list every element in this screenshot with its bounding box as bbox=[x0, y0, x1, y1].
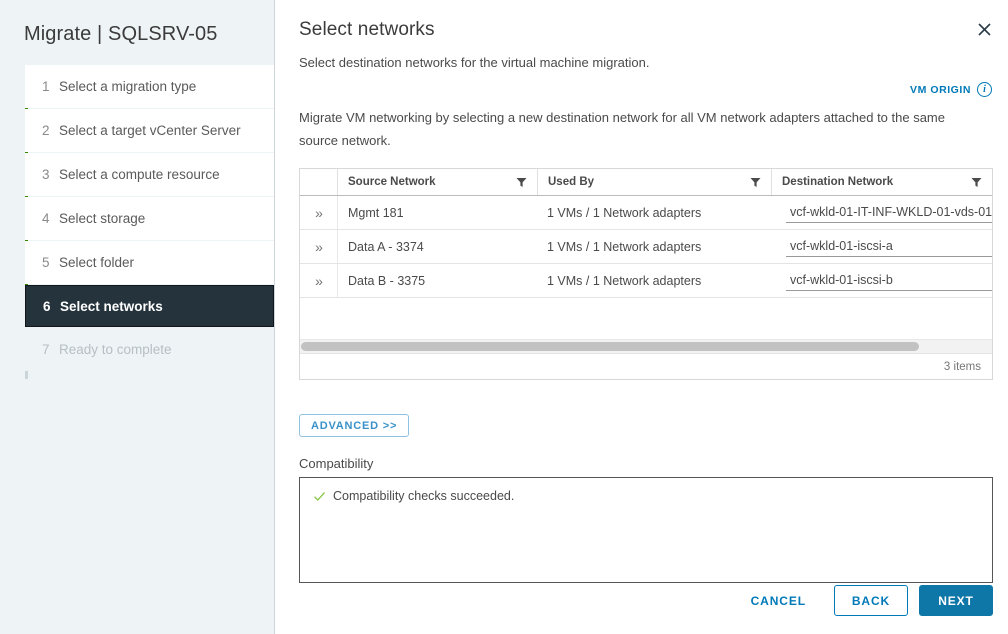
info-circle-icon[interactable]: i bbox=[977, 82, 992, 97]
step-label: Select a migration type bbox=[59, 79, 196, 94]
sidebar-step-select-networks[interactable]: 6 Select networks bbox=[25, 285, 274, 327]
cancel-button[interactable]: CANCEL bbox=[734, 585, 823, 616]
datagrid-header-row: Source Network Used By bbox=[300, 169, 992, 196]
networking-description: Migrate VM networking by selecting a new… bbox=[299, 106, 979, 152]
step-label: Select networks bbox=[60, 299, 163, 314]
wizard-main-panel: Select networks Select destination netwo… bbox=[275, 0, 1008, 634]
compatibility-panel: Compatibility checks succeeded. bbox=[299, 477, 993, 583]
column-label: Destination Network bbox=[782, 176, 969, 188]
networks-datagrid: Source Network Used By bbox=[299, 168, 993, 380]
cell-destination-network: vcf-wkld-01-iscsi-a bbox=[771, 230, 993, 263]
vm-origin-link[interactable]: VM ORIGIN bbox=[910, 84, 971, 96]
sidebar-step-select-storage[interactable]: 4 Select storage bbox=[25, 197, 274, 240]
sidebar-step-ready-to-complete: 7 Ready to complete bbox=[25, 328, 274, 371]
checkmark-icon bbox=[312, 489, 326, 503]
column-header-used-by: Used By bbox=[537, 169, 771, 195]
step-number: 4 bbox=[42, 211, 59, 226]
compatibility-label: Compatibility bbox=[299, 456, 993, 471]
wizard-title: Migrate | SQLSRV-05 bbox=[0, 0, 274, 48]
sidebar-step-select-folder[interactable]: 5 Select folder bbox=[25, 241, 274, 284]
column-label: Source Network bbox=[348, 176, 514, 188]
filter-icon[interactable] bbox=[748, 175, 762, 189]
compatibility-message-row: Compatibility checks succeeded. bbox=[312, 489, 980, 503]
advanced-button[interactable]: ADVANCED >> bbox=[299, 414, 409, 437]
step-label: Select a target vCenter Server bbox=[59, 123, 241, 138]
back-button[interactable]: BACK bbox=[834, 585, 908, 616]
step-number: 5 bbox=[42, 255, 59, 270]
close-icon[interactable] bbox=[973, 18, 995, 40]
column-header-destination-network: Destination Network bbox=[771, 169, 992, 195]
destination-network-select[interactable]: vcf-wkld-01-iscsi-b bbox=[786, 271, 993, 291]
step-label: Select folder bbox=[59, 255, 134, 270]
migration-wizard: Migrate | SQLSRV-05 1 Select a migration… bbox=[0, 0, 1008, 634]
column-header-expand bbox=[300, 169, 337, 195]
column-label: Used By bbox=[548, 176, 748, 188]
cell-destination-network: vcf-wkld-01-iscsi-b bbox=[771, 264, 993, 297]
filter-icon[interactable] bbox=[969, 175, 983, 189]
wizard-step-list: 1 Select a migration type 2 Select a tar… bbox=[0, 65, 274, 371]
vm-origin-row: VM ORIGIN i bbox=[299, 82, 993, 97]
step-number: 2 bbox=[42, 123, 59, 138]
filter-icon[interactable] bbox=[514, 175, 528, 189]
wizard-sidebar: Migrate | SQLSRV-05 1 Select a migration… bbox=[0, 0, 275, 634]
destination-network-select[interactable]: vcf-wkld-01-iscsi-a bbox=[786, 237, 993, 257]
row-expand-icon[interactable]: » bbox=[300, 230, 337, 263]
page-title: Select networks bbox=[299, 0, 993, 43]
cell-used-by: 1 VMs / 1 Network adapters bbox=[537, 230, 771, 263]
sidebar-step-select-a-compute-resource[interactable]: 3 Select a compute resource bbox=[25, 153, 274, 196]
cell-used-by: 1 VMs / 1 Network adapters bbox=[537, 196, 771, 229]
table-row[interactable]: » Data A - 3374 1 VMs / 1 Network adapte… bbox=[300, 230, 992, 264]
cell-used-by: 1 VMs / 1 Network adapters bbox=[537, 264, 771, 297]
cell-source-network: Data B - 3375 bbox=[337, 264, 537, 297]
step-label: Select a compute resource bbox=[59, 167, 220, 182]
step-number: 1 bbox=[42, 79, 59, 94]
step-label: Select storage bbox=[59, 211, 145, 226]
row-expand-icon[interactable]: » bbox=[300, 196, 337, 229]
step-label: Ready to complete bbox=[59, 342, 172, 357]
next-button[interactable]: NEXT bbox=[919, 585, 993, 616]
cell-destination-network: vcf-wkld-01-IT-INF-WKLD-01-vds-01-p bbox=[771, 196, 993, 229]
table-row[interactable]: » Mgmt 181 1 VMs / 1 Network adapters vc… bbox=[300, 196, 992, 230]
compatibility-message: Compatibility checks succeeded. bbox=[333, 489, 514, 503]
step-number: 6 bbox=[43, 299, 60, 314]
cell-source-network: Mgmt 181 bbox=[337, 196, 537, 229]
datagrid-footer: 3 items bbox=[300, 353, 992, 379]
sidebar-step-select-a-migration-type[interactable]: 1 Select a migration type bbox=[25, 65, 274, 108]
page-subtitle: Select destination networks for the virt… bbox=[299, 54, 993, 72]
datagrid-empty-space bbox=[300, 298, 992, 339]
step-number: 3 bbox=[42, 167, 59, 182]
step-number: 7 bbox=[42, 342, 59, 357]
column-header-source-network: Source Network bbox=[337, 169, 537, 195]
table-row[interactable]: » Data B - 3375 1 VMs / 1 Network adapte… bbox=[300, 264, 992, 298]
wizard-footer: CANCEL BACK NEXT bbox=[734, 585, 993, 616]
horizontal-scrollbar[interactable] bbox=[300, 339, 992, 353]
sidebar-step-select-a-target-vcenter-server[interactable]: 2 Select a target vCenter Server bbox=[25, 109, 274, 152]
scrollbar-thumb[interactable] bbox=[301, 342, 919, 351]
destination-network-select[interactable]: vcf-wkld-01-IT-INF-WKLD-01-vds-01-p bbox=[786, 203, 993, 223]
row-expand-icon[interactable]: » bbox=[300, 264, 337, 297]
cell-source-network: Data A - 3374 bbox=[337, 230, 537, 263]
item-count: 3 items bbox=[944, 361, 981, 373]
